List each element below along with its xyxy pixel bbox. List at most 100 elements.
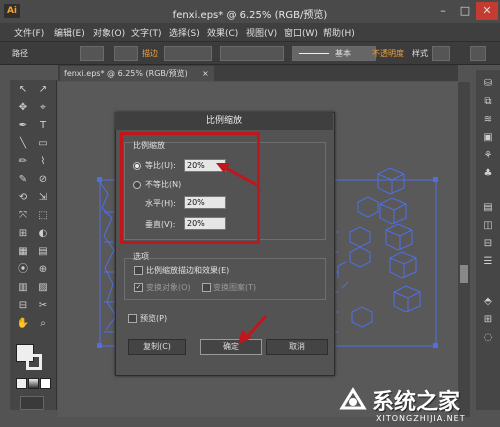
vertical-scrollbar[interactable] (458, 82, 470, 417)
title-bar: Ai fenxi.eps* @ 6.25% (RGB/预览) – □ ✕ (0, 0, 500, 24)
path-label: 路径 (12, 49, 28, 58)
red-arrow-field (216, 163, 258, 187)
transparency-panel-icon[interactable]: ⊟ (479, 236, 497, 252)
free-transform-tool-icon[interactable]: ⬚ (34, 208, 52, 224)
transform-objects-checkbox[interactable]: ✓ (134, 283, 143, 292)
watermark-url: XITONGZHIJIA.NET (376, 414, 466, 423)
screen-mode-button[interactable] (20, 396, 44, 410)
preview-checkbox[interactable] (128, 314, 137, 323)
options-group-title: 选项 (133, 252, 149, 261)
paintbrush-tool-icon[interactable]: ✏ (14, 154, 32, 170)
document-tab[interactable]: fenxi.eps* @ 6.25% (RGB/预览) × (60, 66, 214, 81)
opacity-label[interactable]: 不透明度 (372, 48, 404, 59)
eyedropper-tool-icon[interactable]: ⦿ (14, 262, 32, 278)
cancel-button[interactable]: 取消 (266, 339, 328, 355)
swatches-icon[interactable]: ⧉ (479, 94, 497, 110)
rotate-tool-icon[interactable]: ⟲ (14, 190, 32, 206)
menu-help[interactable]: 帮助(H) (323, 26, 355, 39)
magic-wand-tool-icon[interactable]: ✥ (14, 100, 32, 116)
dialog-title: 比例缩放 (115, 112, 333, 130)
gradient-tool-icon[interactable]: ▤ (34, 244, 52, 260)
scale-tool-icon[interactable]: ⇲ (34, 190, 52, 206)
site-watermark: 系统之家 XITONGZHIJIA.NET (338, 384, 498, 426)
shape-builder-tool-icon[interactable]: ⊞ (14, 226, 32, 242)
menu-view[interactable]: 视图(V) (246, 26, 277, 39)
column-graph-tool-icon[interactable]: ▨ (34, 280, 52, 296)
rectangle-tool-icon[interactable]: ▭ (34, 136, 52, 152)
gradient-panel-icon[interactable]: ◫ (479, 218, 497, 234)
menu-type[interactable]: 文字(T) (131, 26, 162, 39)
eraser-tool-icon[interactable]: ⊘ (34, 172, 52, 188)
stroke-label[interactable]: 描边 (142, 48, 158, 59)
pen-tool-icon[interactable]: ✒ (14, 118, 32, 134)
panel-menu-icon[interactable] (470, 46, 486, 61)
menu-select[interactable]: 选择(S) (169, 26, 200, 39)
links-panel-icon[interactable]: ◌ (479, 330, 497, 346)
menu-effect[interactable]: 效果(C) (207, 26, 238, 39)
artboards-panel-icon[interactable]: ⊞ (479, 312, 497, 328)
lasso-tool-icon[interactable]: ⌖ (34, 100, 52, 116)
style-select[interactable] (432, 46, 450, 61)
menu-file[interactable]: 文件(F) (14, 26, 44, 39)
symbol-sprayer-tool-icon[interactable]: ▥ (14, 280, 32, 296)
minimize-button[interactable]: – (432, 2, 454, 20)
blend-tool-icon[interactable]: ⊕ (34, 262, 52, 278)
symbols-icon[interactable]: ▣ (479, 130, 497, 146)
scale-strokes-label: 比例缩放描边和效果(E) (146, 266, 230, 275)
control-bar: 路径 描边 基本 不透明度 样式 (0, 42, 500, 65)
style-label: 样式 (412, 49, 428, 58)
align-panel-icon[interactable]: ☰ (479, 254, 497, 270)
stroke-weight-field[interactable] (164, 46, 212, 61)
blob-brush-tool-icon[interactable]: ✎ (14, 172, 32, 188)
type-tool-icon[interactable]: T (34, 118, 52, 134)
club-symbol-icon[interactable]: ♣ (479, 166, 497, 182)
hand-tool-icon[interactable]: ✋ (14, 316, 32, 332)
layers-panel-icon[interactable]: ⬘ (479, 294, 497, 310)
fill-swatch[interactable] (80, 46, 104, 61)
selection-tool-icon[interactable]: ↖ (14, 82, 32, 98)
stroke-panel-icon[interactable]: ▤ (479, 200, 497, 216)
menu-edit[interactable]: 编辑(E) (54, 26, 85, 39)
variable-width-select[interactable] (220, 46, 284, 61)
brushes-icon[interactable]: ≋ (479, 112, 497, 128)
tools-panel: ↖ ↗ ✥ ⌖ ✒ T ╲ ▭ ✏ ⌇ ✎ ⊘ ⟲ ⇲ ⤧ ⬚ ⊞ ◐ ▦ ▤ … (10, 80, 57, 410)
scale-strokes-checkbox[interactable] (134, 266, 143, 275)
color-guide-icon[interactable]: ⛁ (479, 76, 497, 92)
transform-patterns-label: 变换图案(T) (213, 283, 257, 292)
live-paint-tool-icon[interactable]: ◐ (34, 226, 52, 242)
close-button[interactable]: ✕ (476, 2, 498, 20)
mesh-tool-icon[interactable]: ▦ (14, 244, 32, 260)
brush-stroke-preview (299, 53, 329, 54)
scrollbar-thumb[interactable] (460, 265, 468, 283)
graphic-styles-icon[interactable]: ⚘ (479, 148, 497, 164)
watermark-name: 系统之家 (372, 390, 461, 415)
none-mode-button[interactable] (40, 378, 51, 389)
menu-bar: 文件(F) 编辑(E) 对象(O) 文字(T) 选择(S) 效果(C) 视图(V… (0, 23, 500, 42)
color-mode-button[interactable] (16, 378, 27, 389)
transform-objects-label: 变换对象(O) (146, 283, 191, 292)
transform-patterns-checkbox[interactable] (202, 283, 211, 292)
gradient-mode-button[interactable] (28, 378, 39, 389)
window-title: fenxi.eps* @ 6.25% (RGB/预览) (172, 10, 328, 21)
direct-selection-tool-icon[interactable]: ↗ (34, 82, 52, 98)
menu-window[interactable]: 窗口(W) (284, 26, 318, 39)
document-tab-label: fenxi.eps* @ 6.25% (RGB/预览) (64, 69, 188, 78)
preview-label: 预览(P) (140, 314, 168, 323)
menu-object[interactable]: 对象(O) (93, 26, 125, 39)
zoom-tool-icon[interactable]: ⌕ (34, 316, 52, 332)
tab-close-icon[interactable]: × (202, 66, 209, 81)
right-panel-dock: ⛁ ⧉ ≋ ▣ ⚘ ♣ ▤ ◫ ⊟ ☰ ⬘ ⊞ ◌ (476, 70, 500, 410)
artboard-tool-icon[interactable]: ⊟ (14, 298, 32, 314)
line-tool-icon[interactable]: ╲ (14, 136, 32, 152)
pencil-tool-icon[interactable]: ⌇ (34, 154, 52, 170)
slice-tool-icon[interactable]: ✂ (34, 298, 52, 314)
brush-select[interactable]: 基本 (292, 46, 376, 61)
copy-button[interactable]: 复制(C) (128, 339, 186, 355)
stroke-color-swatch[interactable] (26, 354, 42, 370)
stroke-swatch[interactable] (114, 46, 138, 61)
watermark-logo-icon (339, 387, 367, 410)
warp-tool-icon[interactable]: ⤧ (14, 208, 32, 224)
brush-basic-label: 基本 (335, 49, 351, 58)
red-arrow-ok (238, 314, 268, 344)
maximize-button[interactable]: □ (454, 2, 476, 20)
